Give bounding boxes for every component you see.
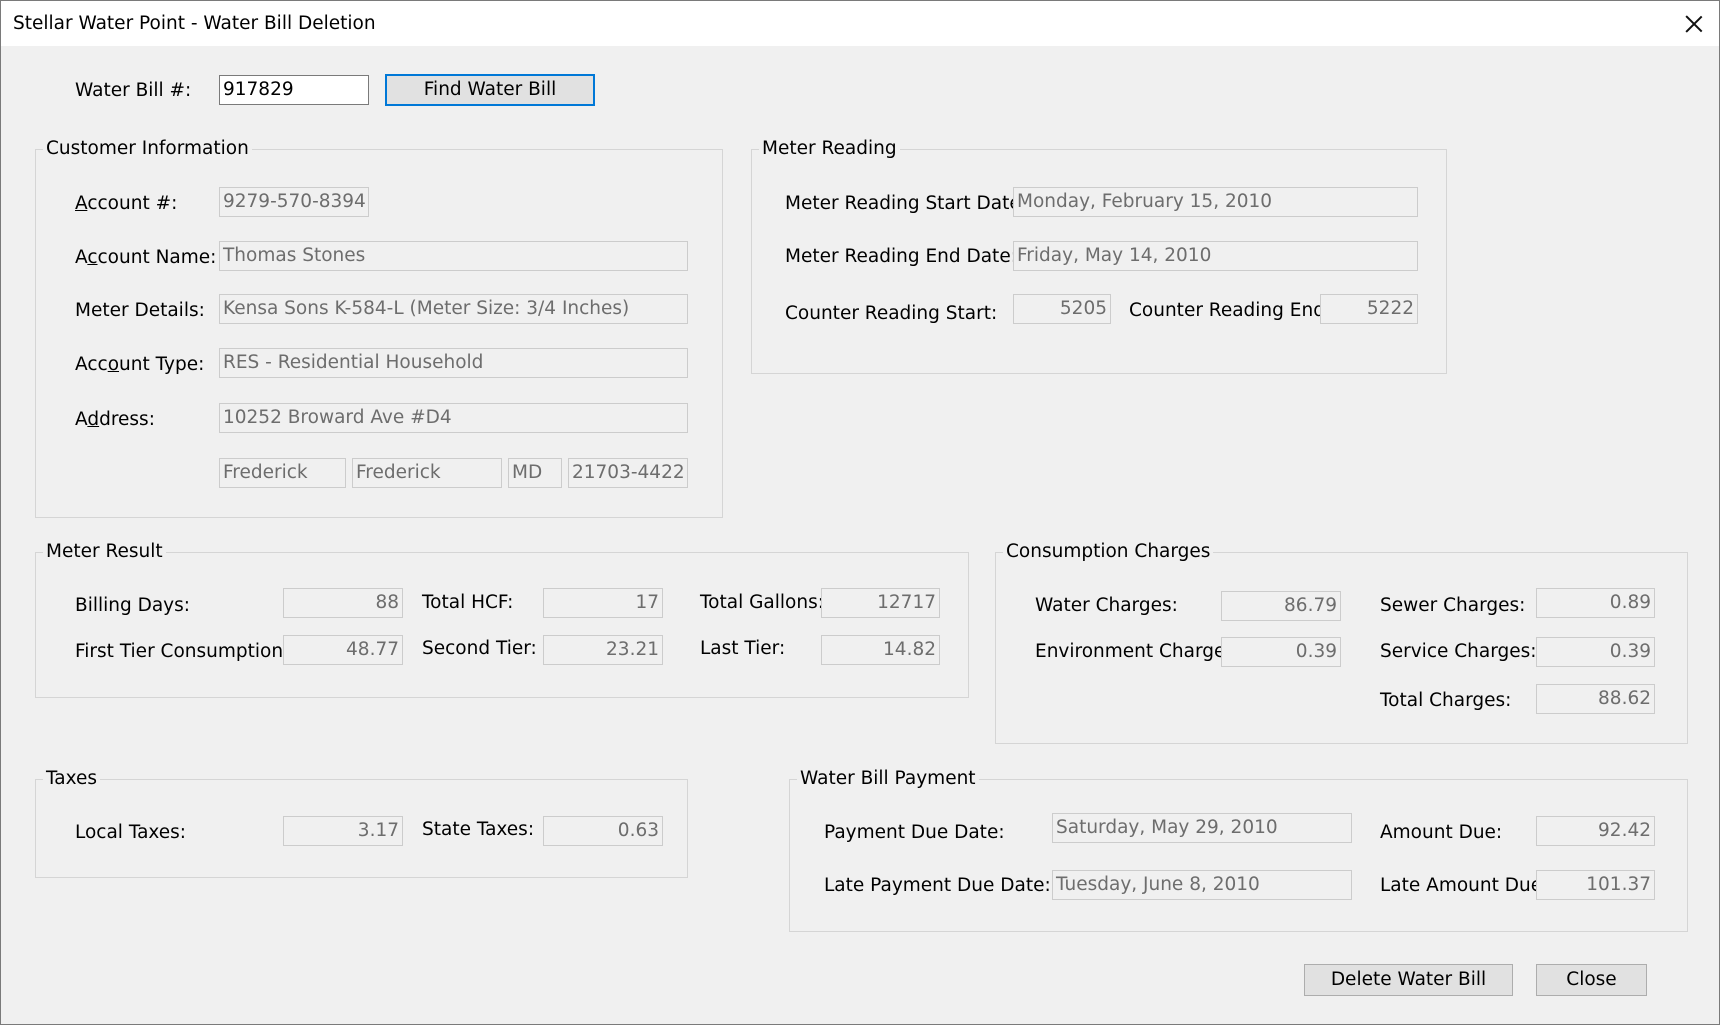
zip-code-field: 21703-4422 xyxy=(568,458,688,488)
meter-reading-end-date-field: Friday, May 14, 2010 xyxy=(1013,241,1418,271)
meter-result-caption: Meter Result xyxy=(43,541,166,563)
billing-days-field: 88 xyxy=(283,588,403,618)
close-icon[interactable] xyxy=(1677,9,1711,39)
meter-reading-start-date-field: Monday, February 15, 2010 xyxy=(1013,187,1418,217)
state-taxes-label: State Taxes: xyxy=(422,819,535,840)
meter-result-group: Meter Result xyxy=(35,541,969,698)
water-bill-payment-group: Water Bill Payment xyxy=(789,768,1688,932)
city-field: Frederick xyxy=(219,458,346,488)
sewer-charges-label: Sewer Charges: xyxy=(1380,595,1526,616)
counter-reading-start-field: 5205 xyxy=(1013,294,1111,324)
late-amount-due-field: 101.37 xyxy=(1536,870,1655,900)
window-title: Stellar Water Point - Water Bill Deletio… xyxy=(13,13,376,34)
delete-water-bill-button[interactable]: Delete Water Bill xyxy=(1304,964,1513,996)
meter-details-field: Kensa Sons K-584-L (Meter Size: 3/4 Inch… xyxy=(219,294,688,324)
sewer-charges-field: 0.89 xyxy=(1536,588,1655,618)
water-bill-payment-caption: Water Bill Payment xyxy=(797,768,979,790)
counter-reading-start-label: Counter Reading Start: xyxy=(785,303,998,324)
water-bill-deletion-window: Stellar Water Point - Water Bill Deletio… xyxy=(0,0,1720,1025)
address-field: 10252 Broward Ave #D4 xyxy=(219,403,688,433)
total-hcf-field: 17 xyxy=(543,588,663,618)
water-bill-number-input[interactable]: 917829 xyxy=(219,75,369,105)
title-bar: Stellar Water Point - Water Bill Deletio… xyxy=(1,1,1719,46)
amount-due-field: 92.42 xyxy=(1536,816,1655,846)
second-tier-label: Second Tier: xyxy=(422,638,537,659)
account-type-field: RES - Residential Household xyxy=(219,348,688,378)
state-field: MD xyxy=(508,458,562,488)
meter-details-label: Meter Details: xyxy=(75,300,205,321)
account-name-label: Account Name: xyxy=(75,247,217,268)
water-charges-field: 86.79 xyxy=(1221,591,1341,621)
counter-reading-end-field: 5222 xyxy=(1320,294,1418,324)
account-name-field: Thomas Stones xyxy=(219,241,688,271)
last-tier-field: 14.82 xyxy=(821,635,940,665)
service-charges-label: Service Charges: xyxy=(1380,641,1537,662)
total-charges-field: 88.62 xyxy=(1536,684,1655,714)
total-gallons-label: Total Gallons: xyxy=(700,592,824,613)
customer-information-caption: Customer Information xyxy=(43,138,252,160)
billing-days-label: Billing Days: xyxy=(75,595,191,616)
find-water-bill-button[interactable]: Find Water Bill xyxy=(385,74,595,106)
consumption-charges-caption: Consumption Charges xyxy=(1003,541,1214,563)
close-button[interactable]: Close xyxy=(1536,964,1647,996)
payment-due-date-field: Saturday, May 29, 2010 xyxy=(1052,813,1352,843)
last-tier-label: Last Tier: xyxy=(700,638,786,659)
late-amount-due-label: Late Amount Due: xyxy=(1380,875,1549,896)
total-gallons-field: 12717 xyxy=(821,588,940,618)
late-payment-due-date-field: Tuesday, June 8, 2010 xyxy=(1052,870,1352,900)
counter-reading-end-label: Counter Reading End: xyxy=(1129,300,1332,321)
environment-charges-label: Environment Charges: xyxy=(1035,641,1242,662)
total-charges-label: Total Charges: xyxy=(1380,690,1512,711)
first-tier-consumption-field: 48.77 xyxy=(283,635,403,665)
water-charges-label: Water Charges: xyxy=(1035,595,1178,616)
account-type-label: Account Type: xyxy=(75,354,205,375)
account-number-field: 9279-570-8394 xyxy=(219,187,369,217)
taxes-caption: Taxes xyxy=(43,768,100,790)
first-tier-consumption-label: First Tier Consumption: xyxy=(75,641,290,662)
water-bill-number-label: Water Bill #: xyxy=(75,80,192,101)
account-number-label: Account #: xyxy=(75,193,178,214)
county-field: Frederick xyxy=(352,458,502,488)
second-tier-field: 23.21 xyxy=(543,635,663,665)
meter-reading-start-date-label: Meter Reading Start Date: xyxy=(785,193,1027,214)
local-taxes-field: 3.17 xyxy=(283,816,403,846)
late-payment-due-date-label: Late Payment Due Date: xyxy=(824,875,1051,896)
service-charges-field: 0.39 xyxy=(1536,637,1655,667)
local-taxes-label: Local Taxes: xyxy=(75,822,187,843)
meter-reading-caption: Meter Reading xyxy=(759,138,900,160)
address-label: Address: xyxy=(75,409,155,430)
amount-due-label: Amount Due: xyxy=(1380,822,1503,843)
total-hcf-label: Total HCF: xyxy=(422,592,514,613)
state-taxes-field: 0.63 xyxy=(543,816,663,846)
environment-charges-field: 0.39 xyxy=(1221,637,1341,667)
payment-due-date-label: Payment Due Date: xyxy=(824,822,1005,843)
meter-reading-end-date-label: Meter Reading End Date: xyxy=(785,246,1017,267)
